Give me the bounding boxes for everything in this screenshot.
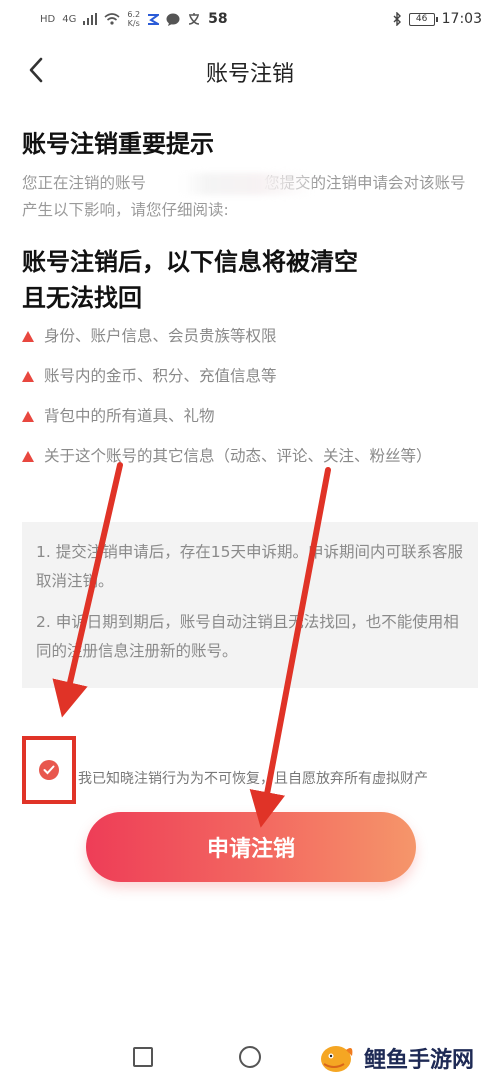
main-content: 账号注销重要提示 您正在注销的账号 您提交的注销申请会对该账号产生以下影响，请您仔… <box>22 128 480 484</box>
title-bar: 账号注销 <box>0 38 500 104</box>
list-item: 关于这个账号的其它信息（动态、评论、关注、粉丝等） <box>22 444 480 468</box>
status-bar: HD 4G 6.2 K/s 58 46 17:03 <box>0 0 500 38</box>
page-title: 账号注销 <box>205 62 294 87</box>
battery-icon: 46 <box>408 12 438 26</box>
speed-value: 6.2 <box>127 10 141 19</box>
battery-level: 46 <box>415 14 428 24</box>
check-circle-icon <box>39 760 59 780</box>
signal-bars-icon <box>83 13 98 25</box>
status-left: HD 4G 6.2 K/s 58 <box>40 10 228 28</box>
clock: 17:03 <box>441 11 482 27</box>
warning-heading: 账号注销后，以下信息将被清空 且无法找回 <box>22 244 480 316</box>
warning-heading-line2: 且无法找回 <box>22 284 142 312</box>
notice-item: 2. 申诉日期到期后，账号自动注销且无法找回，也不能使用相同的注册信息注册新的账… <box>36 613 459 660</box>
home-button[interactable] <box>239 1046 261 1068</box>
list-item: 背包中的所有道具、礼物 <box>22 404 480 428</box>
triangle-bullet-icon <box>22 451 34 462</box>
list-item: 身份、账户信息、会员贵族等权限 <box>22 324 480 348</box>
triangle-bullet-icon <box>22 411 34 422</box>
signal-indicator: 4G <box>62 13 77 25</box>
cleared-info-list: 身份、账户信息、会员贵族等权限 账号内的金币、积分、充值信息等 背包中的所有道具… <box>22 324 480 468</box>
triangle-bullet-icon <box>22 331 34 342</box>
apply-cancel-account-button[interactable]: 申请注销 <box>86 812 416 882</box>
list-item-text: 关于这个账号的其它信息（动态、评论、关注、粉丝等） <box>44 447 432 465</box>
list-item-text: 身份、账户信息、会员贵族等权限 <box>44 327 277 345</box>
notice-heading: 账号注销重要提示 <box>22 130 214 158</box>
intro-start: 您正在注销的账号 <box>22 174 147 192</box>
list-item: 账号内的金币、积分、充值信息等 <box>22 364 480 388</box>
network-speed: 6.2 K/s <box>127 10 140 28</box>
intro-text: 您正在注销的账号 您提交的注销申请会对该账号产生以下影响，请您仔细阅读: <box>22 170 480 224</box>
list-item-text: 背包中的所有道具、礼物 <box>44 407 215 425</box>
redacted-account <box>182 173 312 195</box>
chat-icon <box>166 13 180 26</box>
wifi-icon <box>104 13 120 25</box>
recent-apps-button[interactable] <box>133 1047 153 1067</box>
notice-item: 1. 提交注销申请后，存在15天申诉期。申诉期间内可联系客服取消注销。 <box>36 543 463 590</box>
agreement-text[interactable]: 我已知晓注销行为为不可恢复，且自愿放弃所有虚拟财产 <box>78 768 428 788</box>
watermark: 鲤鱼手游网 <box>316 1036 474 1080</box>
notification-count: 58 <box>208 11 228 27</box>
speed-unit: K/s <box>127 19 140 28</box>
list-item-text: 账号内的金币、积分、充值信息等 <box>44 367 277 385</box>
agreement-checkbox[interactable] <box>22 736 76 804</box>
translate-icon <box>189 13 200 25</box>
hd-indicator: HD <box>40 13 56 25</box>
bluetooth-icon <box>393 12 401 26</box>
watermark-text: 鲤鱼手游网 <box>364 1048 475 1073</box>
status-right: 46 17:03 <box>392 11 482 27</box>
triangle-bullet-icon <box>22 371 34 382</box>
app-notification-icon <box>148 13 160 25</box>
fish-logo-icon <box>321 1046 353 1072</box>
notice-box: 1. 提交注销申请后，存在15天申诉期。申诉期间内可联系客服取消注销。 2. 申… <box>22 522 478 688</box>
checkmark-icon <box>43 765 55 775</box>
warning-heading-line1: 账号注销后，以下信息将被清空 <box>22 248 358 276</box>
